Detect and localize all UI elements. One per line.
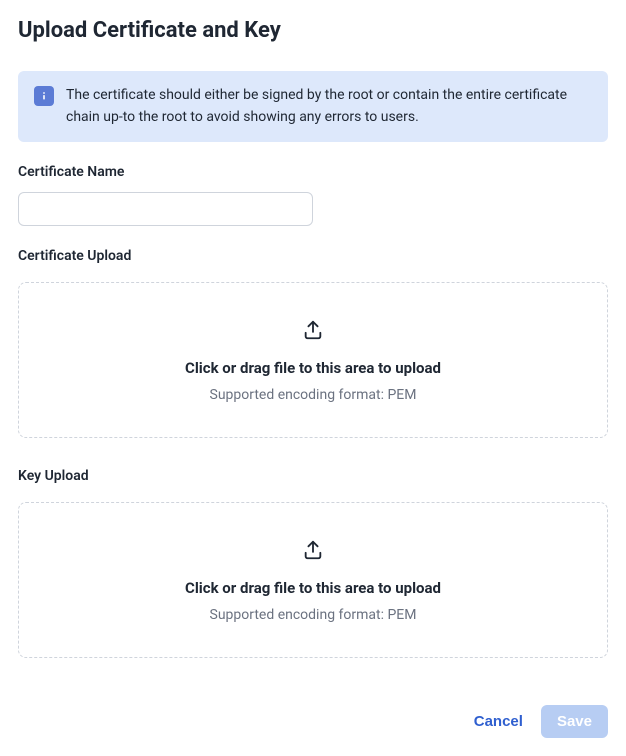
cancel-button[interactable]: Cancel <box>470 705 527 738</box>
cert-upload-zone[interactable]: Click or drag file to this area to uploa… <box>18 282 608 438</box>
upload-title: Click or drag file to this area to uploa… <box>185 359 441 377</box>
info-icon <box>34 86 54 106</box>
save-button[interactable]: Save <box>541 705 608 738</box>
key-upload-zone[interactable]: Click or drag file to this area to uploa… <box>18 502 608 658</box>
upload-subtitle: Supported encoding format: PEM <box>210 387 417 403</box>
upload-icon <box>302 319 324 345</box>
footer-actions: Cancel Save <box>470 705 608 738</box>
cert-name-input[interactable] <box>18 192 313 226</box>
upload-icon <box>302 539 324 565</box>
upload-subtitle: Supported encoding format: PEM <box>210 607 417 623</box>
cert-name-label: Certificate Name <box>18 164 608 180</box>
page-title: Upload Certificate and Key <box>18 18 608 43</box>
info-text: The certificate should either be signed … <box>66 85 592 128</box>
cert-upload-label: Certificate Upload <box>18 248 608 264</box>
info-banner: The certificate should either be signed … <box>18 71 608 142</box>
key-upload-label: Key Upload <box>18 468 608 484</box>
upload-title: Click or drag file to this area to uploa… <box>185 579 441 597</box>
